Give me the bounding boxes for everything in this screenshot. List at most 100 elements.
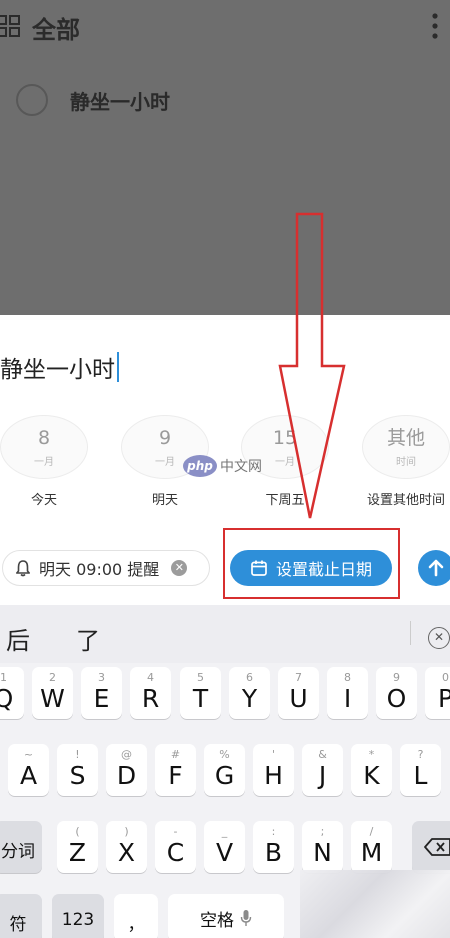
comma-key[interactable]: ， <box>114 894 158 938</box>
key-p[interactable]: 0P <box>425 667 450 719</box>
key-hint: 4 <box>147 671 154 684</box>
date-label: 今天 <box>30 493 57 508</box>
send-button[interactable] <box>418 550 450 586</box>
date-option-today[interactable]: 8 一月 今天 <box>0 415 96 508</box>
date-label: 明天 <box>151 493 178 508</box>
key-hint: _ <box>221 825 228 838</box>
key-label: 空格 <box>200 910 234 931</box>
key-e[interactable]: 3E <box>81 667 122 719</box>
date-label: 下周五 <box>265 493 305 508</box>
reminder-label: 明天 09:00 提醒 <box>39 560 160 579</box>
key-hint: 9 <box>393 671 400 684</box>
watermark-logo: php <box>183 455 217 477</box>
key-n[interactable]: ; N <box>302 821 343 873</box>
key-z[interactable]: (Z <box>57 821 98 873</box>
close-candidates-icon[interactable]: ✕ <box>428 627 450 649</box>
key-hint: / <box>369 825 374 838</box>
watermark: php 中文网 <box>183 455 262 477</box>
space-key[interactable]: 空格 <box>168 894 284 938</box>
reminder-chip[interactable]: 明天 09:00 提醒 ✕ <box>2 550 210 586</box>
key-hint: 5 <box>197 671 204 684</box>
key-label: H <box>264 761 283 790</box>
key-hint: 7 <box>295 671 302 684</box>
set-deadline-button[interactable]: 设置截止日期 <box>230 550 392 586</box>
number-key[interactable]: 123 <box>52 894 104 938</box>
key-label: A <box>19 761 38 790</box>
candidate-word[interactable]: 了 <box>76 621 100 656</box>
key-hint: ) <box>124 825 129 838</box>
key-label: U <box>289 684 308 713</box>
key-y[interactable]: 6Y <box>229 667 270 719</box>
candidate-divider <box>410 621 411 645</box>
candidate-bar: 后 了 ✕ <box>0 605 450 663</box>
date-month: 一月 <box>275 456 295 468</box>
key-t[interactable]: 5T <box>180 667 221 719</box>
key-v[interactable]: _ V <box>204 821 245 873</box>
key-j[interactable]: & J <box>302 744 343 796</box>
date-month: 时间 <box>396 456 416 468</box>
key-label: K <box>363 761 380 790</box>
key-label: B <box>264 838 283 867</box>
arrow-up-icon <box>428 559 444 577</box>
task-checkbox[interactable] <box>16 84 48 116</box>
key-label: J <box>318 761 327 790</box>
more-vertical-icon[interactable] <box>430 12 440 40</box>
key-label: T <box>192 684 209 713</box>
key-i[interactable]: 8I <box>327 667 368 719</box>
key-label: Y <box>241 684 258 713</box>
key-b[interactable]: :B <box>253 821 294 873</box>
key-c[interactable]: -C <box>155 821 196 873</box>
date-option-other[interactable]: 其他 时间 设置其他时间 <box>354 415 450 508</box>
key-m[interactable]: / M <box>351 821 392 873</box>
task-item[interactable]: 静坐一小时 <box>0 78 450 124</box>
header: 全部 <box>0 0 450 56</box>
key-k[interactable]: * K <box>351 744 392 796</box>
key-label: C <box>166 838 185 867</box>
task-input-value: 静坐一小时 <box>0 357 115 383</box>
text-cursor <box>117 352 119 382</box>
date-number: 其他 <box>386 426 425 449</box>
page-title: 全部 <box>32 16 80 44</box>
key-hint: * <box>368 748 375 761</box>
symbol-key[interactable]: 符 <box>0 894 42 938</box>
backspace-icon <box>424 838 450 856</box>
candidate-word[interactable]: 后 <box>6 621 30 656</box>
key-d[interactable]: @ D <box>106 744 147 796</box>
key-q[interactable]: 1Q <box>0 667 24 719</box>
key-o[interactable]: 9O <box>376 667 417 719</box>
date-oval: 其他 时间 <box>362 415 450 479</box>
fenci-key[interactable]: 分词 <box>0 821 42 873</box>
key-h[interactable]: ' H <box>253 744 294 796</box>
date-number: 15 <box>272 426 298 449</box>
key-hint: % <box>219 748 230 761</box>
key-hint: @ <box>121 748 132 761</box>
key-label: D <box>116 761 137 790</box>
key-f[interactable]: # F <box>155 744 196 796</box>
key-label: O <box>386 684 407 713</box>
key-r[interactable]: 4R <box>130 667 171 719</box>
date-oval: 8 一月 <box>0 415 88 479</box>
key-label: V <box>215 838 234 867</box>
date-number: 9 <box>158 426 172 449</box>
key-label: Z <box>68 838 87 867</box>
key-hint: # <box>170 748 181 761</box>
key-w[interactable]: 2W <box>32 667 73 719</box>
key-hint: 2 <box>49 671 56 684</box>
task-list-area: 全部 静坐一小时 <box>0 0 450 315</box>
key-label: 符 <box>9 915 27 935</box>
close-icon[interactable]: ✕ <box>171 560 188 576</box>
backspace-key[interactable] <box>412 821 450 873</box>
key-x[interactable]: ) X <box>106 821 147 873</box>
key-hint: 0 <box>442 671 449 684</box>
key-s[interactable]: ! S <box>57 744 98 796</box>
key-label: X <box>117 838 136 867</box>
grid-icon[interactable] <box>0 14 22 38</box>
task-title: 静坐一小时 <box>70 90 170 114</box>
key-u[interactable]: 7U <box>278 667 319 719</box>
key-l[interactable]: ? L <box>400 744 441 796</box>
task-input[interactable]: 静坐一小时 <box>0 347 119 387</box>
key-a[interactable]: ~ A <box>8 744 49 796</box>
key-label: F <box>168 761 183 790</box>
key-label: I <box>343 684 352 713</box>
key-g[interactable]: % G <box>204 744 245 796</box>
